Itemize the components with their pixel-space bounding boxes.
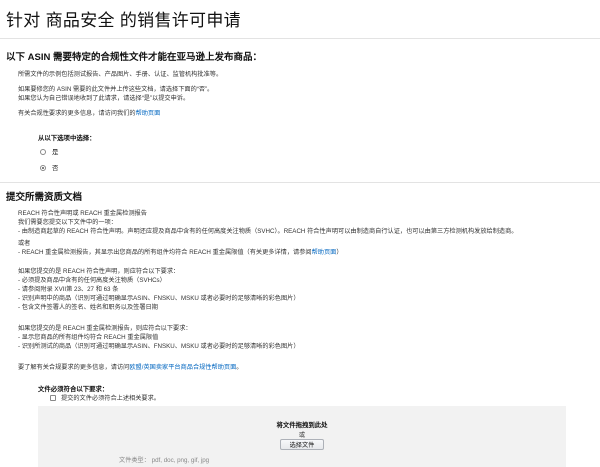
section-heading-asin: 以下 ASIN 需要特定的合规性文件才能在亚马逊上发布商品： bbox=[6, 52, 262, 63]
page-title: 针对 商品安全 的销售许可申请 bbox=[6, 11, 241, 30]
confirm-requirements-checkbox[interactable] bbox=[50, 394, 56, 401]
compliance-help-link[interactable]: 欧盟/英国卖家平台商品合规性帮助页面 bbox=[129, 364, 236, 371]
choose-file-button[interactable]: 选择文件 bbox=[280, 439, 324, 450]
more-info-prefix: 要了解有关合规要求的更多信息，请访问 bbox=[18, 364, 130, 371]
reach-test-report-text: - REACH 重金属检测报告，其显示出您商品的所有组件均符合 REACH 重金… bbox=[18, 249, 312, 256]
decl-requirements-intro: 如果您提交的是 REACH 符合性声明，则应符合以下要求： bbox=[18, 268, 180, 275]
file-types-text: 文件类型： pdf, doc, png, gif, jpg bbox=[119, 457, 210, 464]
select-no-text: 如果要修您的 ASIN 需要的此文件并上传这些文档，请选择下面的“否”。 bbox=[18, 86, 214, 93]
help-page-link[interactable]: 帮助页面 bbox=[136, 110, 161, 117]
test-requirement-1: - 显示您商品的所有组件均符合 REACH 重金属限值 bbox=[18, 334, 159, 341]
reach-test-report-suffix: ） bbox=[336, 249, 343, 256]
radio-no[interactable] bbox=[40, 164, 46, 171]
reach-doc-test-report: - REACH 重金属检测报告，其显示出您商品的所有组件均符合 REACH 重金… bbox=[18, 249, 343, 257]
radio-yes-label: 是 bbox=[52, 149, 59, 156]
decl-requirement-1: - 必须提及商品中含有的任何高度关注物质（SVHCs） bbox=[18, 277, 166, 284]
reach-doc-intro: 我们需要您提交以下文件中的一项： bbox=[18, 219, 117, 226]
test-requirement-2: - 识别所测试的商品（识别可通过明确显示ASIN、FNSKU、MSKU 或者必要… bbox=[18, 343, 300, 350]
help-info-text: 有关合规性要求的更多信息，请访问我们的帮助页面 bbox=[18, 110, 160, 118]
decl-requirement-4: - 包含文件签署人的签名、姓名和职务以及签署日期 bbox=[18, 304, 158, 311]
confirm-requirements-label: 提交的文件必须符合上述相关要求。 bbox=[61, 395, 160, 402]
more-info-text: 要了解有关合规要求的更多信息，请访问欧盟/英国卖家平台商品合规性帮助页面。 bbox=[18, 364, 242, 372]
decl-requirement-3: - 识别声明中的商品（识别可通过明确显示ASIN、FNSKU、MSKU 或者必要… bbox=[18, 295, 300, 302]
divider bbox=[0, 182, 600, 183]
reach-doc-declaration: - 由制造商起草的 REACH 符合性声明。声明还应提及商品中含有的任何高度关注… bbox=[18, 228, 518, 235]
select-yes-text: 如果您认为自己错误地收到了此请求，请选择“是”以提交申诉。 bbox=[18, 95, 190, 102]
test-requirements-intro: 如果您提交的是 REACH 重金属检测报告，则应符合以下要求： bbox=[18, 325, 192, 332]
file-requirements-label: 文件必须符合以下要求： bbox=[38, 386, 109, 393]
decl-requirement-2: - 请参阅附录 XVII第 23、27 和 63 条 bbox=[18, 286, 119, 293]
reach-doc-title: REACH 符合性声明或 REACH 重金属检测报告 bbox=[18, 210, 147, 217]
help-info-prefix: 有关合规性要求的更多信息，请访问我们的 bbox=[18, 110, 136, 117]
radio-yes[interactable] bbox=[40, 148, 46, 155]
radio-option-no[interactable]: 否 bbox=[40, 163, 58, 172]
section-heading-documents: 提交所需资质文档 bbox=[6, 192, 83, 203]
file-drop-zone[interactable]: 将文件拖拽到此处 或 选择文件 文件类型： pdf, doc, png, gif… bbox=[38, 406, 566, 467]
more-info-suffix: 。 bbox=[236, 364, 243, 371]
drop-zone-title: 将文件拖拽到此处 bbox=[276, 422, 328, 429]
radio-no-label: 否 bbox=[52, 165, 59, 172]
drop-zone-or: 或 bbox=[298, 432, 306, 439]
divider bbox=[0, 38, 600, 39]
confirm-requirements-checkbox-row[interactable]: 提交的文件必须符合上述相关要求。 bbox=[50, 393, 160, 402]
reach-doc-or: 或者 bbox=[18, 240, 31, 247]
radio-option-yes[interactable]: 是 bbox=[40, 147, 58, 156]
reach-help-page-link[interactable]: 帮助页面 bbox=[312, 249, 337, 256]
doc-examples-text: 所需文件的示例包括测试报告、产品图片、手册、认证、监管机构批准等。 bbox=[18, 71, 223, 78]
choose-option-label: 从以下选项中选择： bbox=[38, 135, 96, 142]
